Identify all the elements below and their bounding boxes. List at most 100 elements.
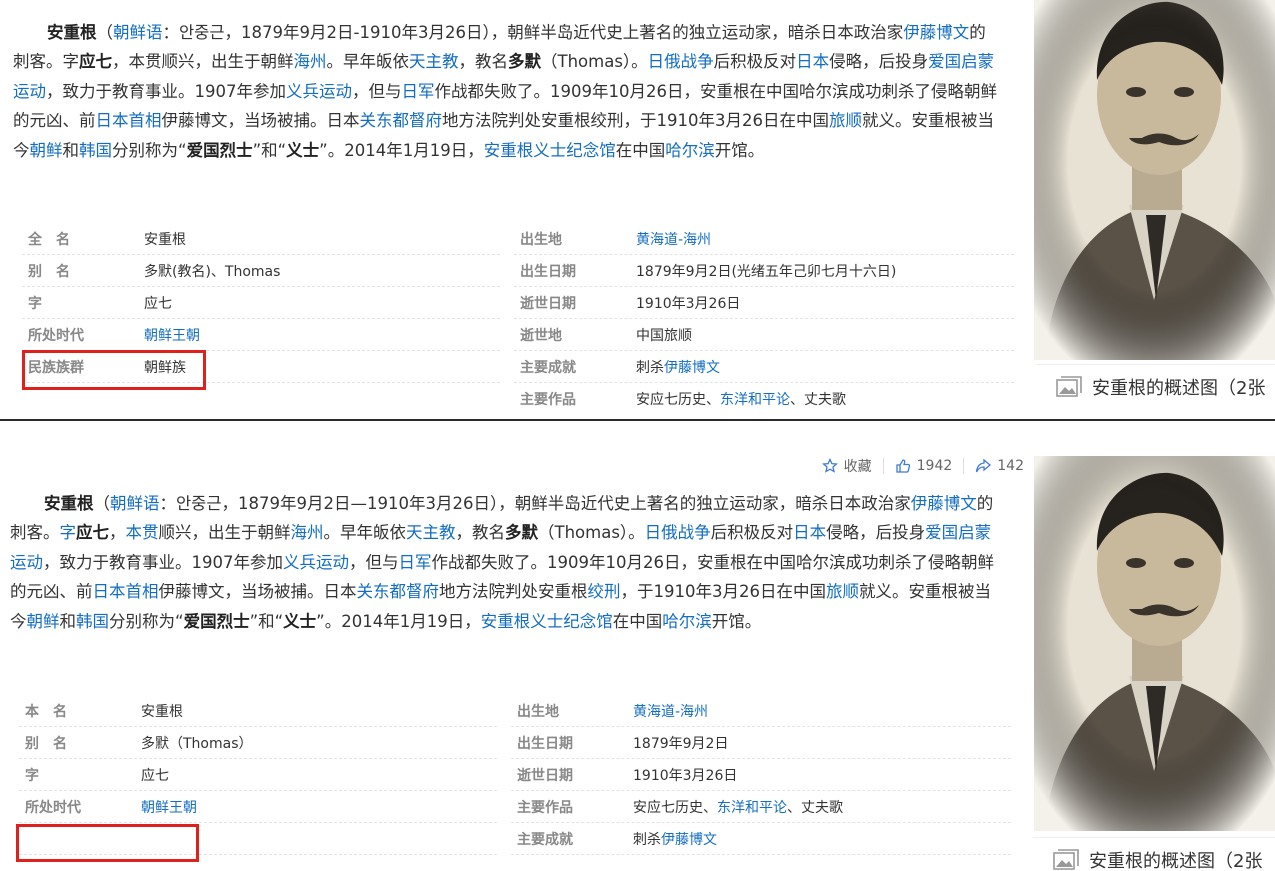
info-label: 所处时代 <box>28 328 84 344</box>
share-button[interactable]: 142 <box>963 458 1035 474</box>
info-label: 字 <box>25 768 39 784</box>
link-ito-hirobumi[interactable]: 伊藤博文 <box>911 494 977 513</box>
info-value: 安重根 <box>144 232 186 248</box>
link-lushun[interactable]: 旅顺 <box>829 111 862 130</box>
info-row: 主要作品 安应七历史、东洋和平论、丈夫歌 <box>514 382 1014 414</box>
link-catholic[interactable]: 天主教 <box>406 523 456 542</box>
link-righteous-army[interactable]: 义兵运动 <box>286 82 352 101</box>
link-catholic[interactable]: 天主教 <box>409 52 459 71</box>
info-value: 中国旅顺 <box>636 328 692 344</box>
highlight-box-ethnicity <box>22 350 206 390</box>
portrait-photo[interactable] <box>1034 456 1275 831</box>
info-link-ito[interactable]: 伊藤博文 <box>661 832 717 848</box>
info-value: 1879年9月2日(光绪五年己卯七月十六日) <box>636 264 897 280</box>
info-value: 刺杀伊藤博文 <box>636 360 720 376</box>
like-button[interactable]: 1942 <box>882 458 964 474</box>
thumbs-up-icon <box>895 459 910 473</box>
bottom-panel-new-version: 收藏 1942 142 安重根（朝鲜语：안중근，1879年9月2日—1910年3… <box>0 421 1275 871</box>
info-link-joseon-dynasty[interactable]: 朝鲜王朝 <box>141 800 197 816</box>
link-harbin[interactable]: 哈尔滨 <box>665 141 715 160</box>
info-row: 逝世日期 1910年3月26日 <box>511 758 1011 791</box>
highlight-box-missing-ethnicity <box>16 824 199 862</box>
link-north-korea[interactable]: 朝鲜 <box>30 141 63 160</box>
link-japanese-army[interactable]: 日军 <box>402 82 435 101</box>
photo-caption[interactable]: 安重根的概述图（2张 <box>1033 837 1275 871</box>
link-bongwan[interactable]: 本贯 <box>126 523 159 542</box>
info-row: 逝世地 中国旅顺 <box>514 318 1014 351</box>
info-row: 主要成就 刺杀伊藤博文 <box>514 350 1014 383</box>
link-memorial-hall[interactable]: 安重根义士纪念馆 <box>481 612 613 631</box>
top-panel-old-version: 安重根（朝鲜语：안중근，1879年9月2日-1910年3月26日），朝鲜半岛近代… <box>0 0 1275 419</box>
info-link-peace-theory[interactable]: 东洋和平论 <box>720 392 790 408</box>
link-haizhou[interactable]: 海州 <box>294 52 327 71</box>
link-memorial-hall[interactable]: 安重根义士纪念馆 <box>484 141 616 160</box>
link-japan-pm[interactable]: 日本首相 <box>96 111 162 130</box>
info-label: 字 <box>28 296 42 312</box>
portrait-photo[interactable] <box>1034 0 1275 360</box>
link-lushun[interactable]: 旅顺 <box>826 582 859 601</box>
info-link-peace-theory[interactable]: 东洋和平论 <box>717 800 787 816</box>
info-label: 逝世地 <box>520 328 562 344</box>
info-value: 1879年9月2日 <box>633 736 729 752</box>
link-russo-japanese-war[interactable]: 日俄战争 <box>648 52 714 71</box>
portrait-image <box>1034 456 1275 831</box>
entry-toolbar: 收藏 1942 142 <box>811 456 1035 476</box>
share-icon <box>976 458 992 473</box>
link-south-korea[interactable]: 韩国 <box>76 612 109 631</box>
entry-name: 安重根 <box>47 23 97 42</box>
link-north-korea[interactable]: 朝鲜 <box>27 612 60 631</box>
photo-caption[interactable]: 安重根的概述图（2张 <box>1036 364 1275 408</box>
info-value: 1910年3月26日 <box>633 768 738 784</box>
link-japanese-army[interactable]: 日军 <box>399 553 432 572</box>
summary-paragraph: 安重根（朝鲜语：안중근，1879年9月2日-1910年3月26日），朝鲜半岛近代… <box>13 23 997 160</box>
link-korean-language[interactable]: 朝鲜语 <box>110 494 160 513</box>
info-row: 出生地 黄海道-海州 <box>511 694 1011 727</box>
info-value: 刺杀伊藤博文 <box>633 832 717 848</box>
link-south-korea[interactable]: 韩国 <box>79 141 112 160</box>
info-row: 所处时代 朝鲜王朝 <box>19 790 497 823</box>
link-korean-language[interactable]: 朝鲜语 <box>113 23 163 42</box>
info-label: 出生日期 <box>520 264 576 280</box>
favorite-button[interactable]: 收藏 <box>811 456 883 476</box>
image-gallery-icon <box>1056 375 1082 397</box>
link-ito-hirobumi[interactable]: 伊藤博文 <box>903 23 969 42</box>
info-row: 所处时代 朝鲜王朝 <box>22 318 500 351</box>
entry-name: 安重根 <box>44 494 94 513</box>
link-russo-japanese-war[interactable]: 日俄战争 <box>645 523 711 542</box>
info-label: 别名 <box>25 736 81 752</box>
info-row: 别名 多默（Thomas） <box>19 726 497 759</box>
link-haizhou[interactable]: 海州 <box>291 523 324 542</box>
link-kwantung[interactable]: 关东都督府 <box>360 111 443 130</box>
info-row: 出生日期 1879年9月2日 <box>511 726 1011 759</box>
info-value: 多默（Thomas） <box>141 736 253 752</box>
info-label: 主要作品 <box>520 392 576 408</box>
link-japan[interactable]: 日本 <box>793 523 826 542</box>
info-label: 出生地 <box>520 232 562 248</box>
link-japan-pm[interactable]: 日本首相 <box>93 582 159 601</box>
link-righteous-army[interactable]: 义兵运动 <box>283 553 349 572</box>
info-label: 主要成就 <box>520 360 576 376</box>
info-row: 全名 安重根 <box>22 222 500 255</box>
link-harbin[interactable]: 哈尔滨 <box>662 612 712 631</box>
link-hanging[interactable]: 绞刑 <box>588 582 621 601</box>
info-link-ito[interactable]: 伊藤博文 <box>664 360 720 376</box>
info-link-joseon-dynasty[interactable]: 朝鲜王朝 <box>144 328 200 344</box>
info-row: 别名 多默(教名)、Thomas <box>22 254 500 287</box>
info-row: 本名 安重根 <box>19 694 497 727</box>
link-japan[interactable]: 日本 <box>796 52 829 71</box>
star-icon <box>821 458 838 473</box>
info-label: 出生日期 <box>517 736 573 752</box>
info-link-birthplace[interactable]: 黄海道-海州 <box>636 232 711 248</box>
info-link-birthplace[interactable]: 黄海道-海州 <box>633 704 708 720</box>
link-courtesy-name[interactable]: 字 <box>60 523 77 542</box>
link-kwantung[interactable]: 关东都督府 <box>357 582 440 601</box>
info-value: 安应七历史、东洋和平论、丈夫歌 <box>633 800 843 816</box>
info-value: 安重根 <box>141 704 183 720</box>
info-label: 主要成就 <box>517 832 573 848</box>
info-value: 安应七历史、东洋和平论、丈夫歌 <box>636 392 846 408</box>
info-label: 主要作品 <box>517 800 573 816</box>
info-row: 主要作品 安应七历史、东洋和平论、丈夫歌 <box>511 790 1011 823</box>
info-value: 多默(教名)、Thomas <box>144 264 281 280</box>
info-label: 所处时代 <box>25 800 81 816</box>
info-label: 别名 <box>28 264 84 280</box>
